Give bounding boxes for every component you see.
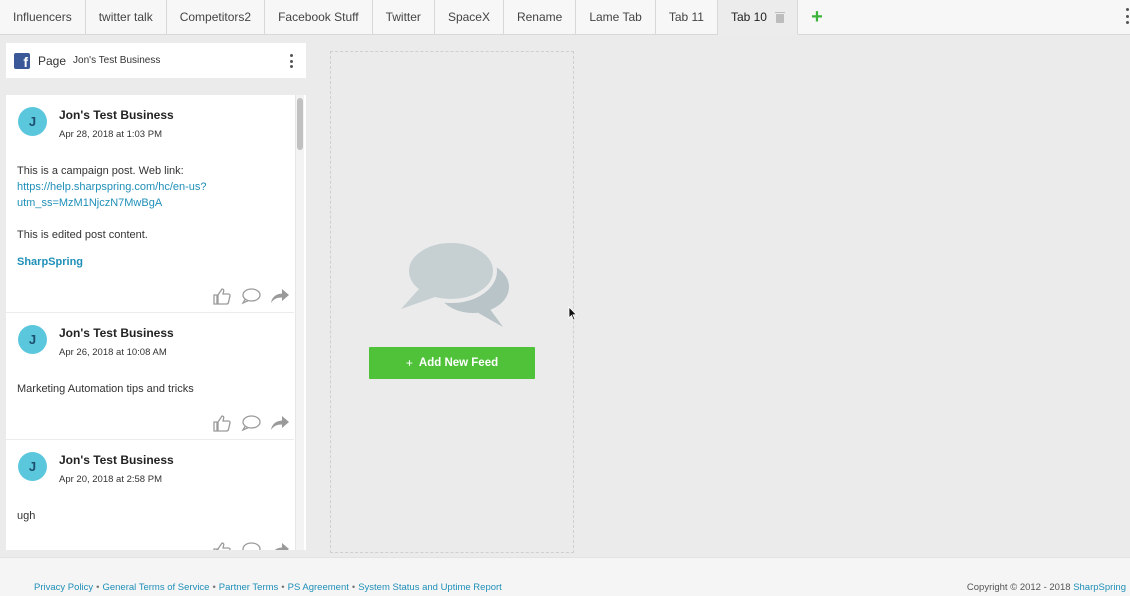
share-icon[interactable] bbox=[270, 541, 290, 550]
tab-competitors2[interactable]: Competitors2 bbox=[167, 0, 266, 34]
feed-post: J Jon's Test Business Apr 20, 2018 at 2:… bbox=[6, 440, 294, 550]
footer: Privacy Policy • General Terms of Service •… bbox=[0, 557, 1130, 596]
tab-tab-11[interactable]: Tab 11 bbox=[656, 0, 718, 34]
post-link-continued[interactable]: utm_ss=MzM1NjczN7MwBgA bbox=[17, 195, 277, 211]
mouse-cursor-icon bbox=[568, 306, 578, 321]
post-content: ugh bbox=[17, 508, 277, 524]
post-date[interactable]: Apr 28, 2018 at 1:03 PM bbox=[59, 129, 162, 140]
ps-agreement-link[interactable]: PS Agreement bbox=[288, 582, 349, 593]
tab-spacex[interactable]: SpaceX bbox=[435, 0, 504, 34]
more-options-icon[interactable] bbox=[1124, 5, 1130, 27]
post-text: This is a campaign post. Web link: bbox=[17, 165, 184, 177]
terms-of-service-link[interactable]: General Terms of Service bbox=[102, 582, 209, 593]
facebook-icon: f bbox=[14, 52, 30, 69]
post-text: Marketing Automation tips and tricks bbox=[17, 383, 194, 395]
post-text: ugh bbox=[17, 510, 36, 522]
post-author[interactable]: Jon's Test Business bbox=[59, 326, 174, 340]
feed-post: J Jon's Test Business Apr 26, 2018 at 10… bbox=[6, 313, 294, 440]
post-link[interactable]: https://help.sharpspring.com/hc/en-us? bbox=[17, 179, 277, 195]
share-icon[interactable] bbox=[270, 414, 290, 432]
post-actions bbox=[212, 414, 290, 432]
post-brand-link[interactable]: SharpSpring bbox=[17, 254, 277, 270]
like-icon[interactable] bbox=[212, 287, 232, 305]
tab-influencers[interactable]: Influencers bbox=[0, 0, 86, 34]
feed-scrollbar[interactable] bbox=[295, 95, 304, 550]
post-text-edited: This is edited post content. bbox=[17, 229, 148, 241]
copyright: Copyright © 2012 - 2018 SharpSpring bbox=[966, 582, 1126, 593]
tab-twitter[interactable]: Twitter bbox=[373, 0, 435, 34]
feed-list[interactable]: J Jon's Test Business Apr 28, 2018 at 1:… bbox=[6, 95, 306, 550]
sharpspring-link[interactable]: SharpSpring bbox=[1073, 582, 1126, 593]
scrollbar-thumb[interactable] bbox=[297, 98, 303, 150]
post-author[interactable]: Jon's Test Business bbox=[59, 108, 174, 122]
trash-icon[interactable] bbox=[774, 11, 785, 23]
add-new-feed-button[interactable]: + Add New Feed bbox=[369, 347, 535, 379]
tab-rename[interactable]: Rename bbox=[504, 0, 577, 34]
post-author[interactable]: Jon's Test Business bbox=[59, 453, 174, 467]
post-content: This is a campaign post. Web link: https… bbox=[17, 163, 277, 270]
share-icon[interactable] bbox=[270, 287, 290, 305]
avatar[interactable]: J bbox=[18, 107, 47, 136]
like-icon[interactable] bbox=[212, 414, 232, 432]
tab-tab-10[interactable]: Tab 10 bbox=[717, 0, 798, 35]
feed-post: J Jon's Test Business Apr 28, 2018 at 1:… bbox=[6, 95, 294, 313]
partner-terms-link[interactable]: Partner Terms bbox=[219, 582, 278, 593]
feed-header: f Page Jon's Test Business bbox=[6, 43, 306, 78]
post-date[interactable]: Apr 26, 2018 at 10:08 AM bbox=[59, 347, 167, 358]
chat-bubbles-icon bbox=[401, 239, 509, 327]
like-icon[interactable] bbox=[212, 541, 232, 550]
comment-icon[interactable] bbox=[241, 414, 261, 432]
avatar[interactable]: J bbox=[18, 452, 47, 481]
privacy-policy-link[interactable]: Privacy Policy bbox=[34, 582, 93, 593]
feed-name-label: Jon's Test Business bbox=[73, 55, 161, 66]
footer-links: Privacy Policy • General Terms of Service •… bbox=[34, 582, 502, 593]
tab-lame-tab[interactable]: Lame Tab bbox=[576, 0, 656, 34]
tab-twitter-talk[interactable]: twitter talk bbox=[86, 0, 167, 34]
comment-icon[interactable] bbox=[241, 541, 261, 550]
post-date[interactable]: Apr 20, 2018 at 2:58 PM bbox=[59, 474, 162, 485]
system-status-link[interactable]: System Status and Uptime Report bbox=[358, 582, 502, 593]
add-tab-button[interactable]: + bbox=[798, 0, 836, 34]
feed-menu-icon[interactable] bbox=[290, 54, 294, 68]
avatar[interactable]: J bbox=[18, 325, 47, 354]
tab-bar: Influencers twitter talk Competitors2 Fa… bbox=[0, 0, 1130, 35]
post-content: Marketing Automation tips and tricks bbox=[17, 381, 277, 397]
empty-feed-column: + Add New Feed bbox=[330, 51, 574, 553]
feed-type-label: Page bbox=[38, 53, 67, 68]
comment-icon[interactable] bbox=[241, 287, 261, 305]
plus-icon: + bbox=[405, 356, 413, 370]
post-actions bbox=[212, 541, 290, 550]
post-actions bbox=[212, 287, 290, 305]
tab-facebook-stuff[interactable]: Facebook Stuff bbox=[265, 0, 373, 34]
